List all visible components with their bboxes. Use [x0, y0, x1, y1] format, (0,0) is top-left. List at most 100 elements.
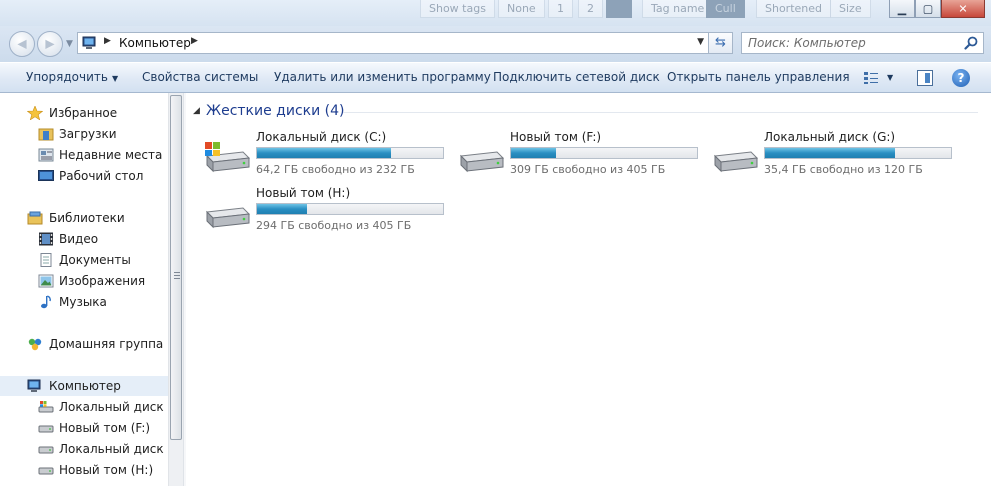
nav-label: Новый том (F:) — [59, 421, 151, 435]
help-icon[interactable]: ? — [952, 69, 970, 87]
nav-label: Избранное — [49, 106, 118, 120]
map-network-drive-button[interactable]: Подключить сетевой диск — [493, 70, 660, 84]
nav-label: Библиотеки — [49, 211, 125, 225]
refresh-button[interactable]: ⇆ — [709, 32, 733, 54]
nav-homegroup[interactable]: Домашняя группа — [0, 334, 168, 354]
hard-drive-icon — [38, 446, 54, 454]
recent-pages-dropdown[interactable]: ▼ — [66, 39, 73, 49]
minimize-button[interactable]: ▁ — [889, 0, 915, 18]
navigation-pane: Избранное Загрузки Недавние места Рабочи… — [0, 93, 183, 486]
nav-downloads[interactable]: Загрузки — [0, 124, 168, 144]
nav-label: Локальный диск (G:) — [59, 442, 168, 456]
search-icon[interactable] — [964, 36, 978, 50]
libraries-icon — [27, 211, 43, 225]
nav-favorites[interactable]: Избранное — [0, 103, 168, 123]
address-history-dropdown[interactable]: ▼ — [697, 37, 704, 47]
pictures-icon — [38, 274, 54, 288]
open-control-panel-button[interactable]: Открыть панель управления — [667, 70, 850, 84]
collapse-caret-icon[interactable]: ◢ — [193, 106, 200, 116]
refresh-icon: ⇆ — [715, 35, 726, 50]
search-box[interactable] — [741, 32, 984, 54]
preview-pane-icon[interactable] — [917, 70, 933, 86]
ghost-label: 2 — [578, 0, 603, 18]
nav-label: Документы — [59, 253, 131, 267]
pane-splitter[interactable] — [183, 93, 186, 486]
maximize-icon: ▢ — [922, 2, 934, 15]
drive-free-space: 35,4 ГБ свободно из 120 ГБ — [764, 163, 923, 176]
nav-label: Музыка — [59, 295, 107, 309]
maximize-button[interactable]: ▢ — [915, 0, 941, 18]
drive-usage-fill — [511, 148, 556, 158]
system-properties-button[interactable]: Свойства системы — [142, 70, 258, 84]
nav-label: Загрузки — [59, 127, 117, 141]
drive-tile-c[interactable]: Локальный диск (C:) 64,2 ГБ свободно из … — [203, 130, 453, 180]
address-bar[interactable]: ▶ Компьютер ▶ ▼ — [77, 32, 709, 54]
computer-icon — [82, 36, 96, 49]
breadcrumb-computer[interactable]: Компьютер — [119, 36, 191, 50]
nav-computer[interactable]: Компьютер — [0, 376, 168, 396]
hard-drive-icon — [205, 207, 251, 229]
drive-tile-g[interactable]: Локальный диск (G:) 35,4 ГБ свободно из … — [711, 130, 961, 180]
nav-libraries[interactable]: Библиотеки — [0, 208, 168, 228]
nav-label: Рабочий стол — [59, 169, 144, 183]
hard-drive-icon — [713, 151, 759, 173]
drive-name: Локальный диск (C:) — [256, 130, 387, 144]
breadcrumb-arrow-icon[interactable]: ▶ — [104, 36, 111, 46]
nav-drive-g[interactable]: Локальный диск (G:) — [0, 439, 168, 459]
ghost-label: Size — [830, 0, 871, 18]
nav-scrollbar[interactable] — [168, 93, 183, 486]
group-divider — [343, 112, 978, 113]
window-controls: ▁ ▢ ✕ — [889, 0, 985, 18]
ghost-label: Show tags — [420, 0, 495, 18]
change-view-icon[interactable] — [863, 71, 879, 85]
ghost-label: Tag name — [642, 0, 714, 18]
drive-tile-h[interactable]: Новый том (H:) 294 ГБ свободно из 405 ГБ — [203, 186, 453, 236]
drive-usage-fill — [257, 204, 308, 214]
forward-arrow-icon: ▶ — [45, 36, 55, 51]
search-input[interactable] — [748, 35, 958, 51]
hard-drive-icon — [38, 425, 54, 433]
nav-drive-h[interactable]: Новый том (H:) — [0, 460, 168, 480]
music-note-icon — [41, 295, 51, 309]
system-drive-icon — [205, 142, 251, 173]
grip-icon — [174, 272, 180, 279]
ghost-label: None — [498, 0, 545, 18]
close-button[interactable]: ✕ — [941, 0, 985, 18]
view-options-dropdown[interactable]: ▼ — [887, 73, 893, 82]
drive-name: Новый том (F:) — [510, 130, 602, 144]
nav-label: Изображения — [59, 274, 146, 288]
drive-tile-f[interactable]: Новый том (F:) 309 ГБ свободно из 405 ГБ — [457, 130, 707, 180]
nav-pictures[interactable]: Изображения — [0, 271, 168, 291]
computer-icon — [27, 379, 41, 392]
desktop-icon — [38, 170, 54, 181]
uninstall-program-button[interactable]: Удалить или изменить программу — [274, 70, 491, 84]
breadcrumb-arrow-icon[interactable]: ▶ — [191, 36, 198, 46]
drive-free-space: 64,2 ГБ свободно из 232 ГБ — [256, 163, 415, 176]
back-arrow-icon: ◀ — [17, 36, 27, 51]
minimize-icon: ▁ — [897, 2, 907, 15]
scrollbar-thumb[interactable] — [170, 95, 182, 440]
ghost-label: Shortened — [756, 0, 832, 18]
nav-music[interactable]: Музыка — [0, 292, 168, 312]
drive-free-space: 309 ГБ свободно из 405 ГБ — [510, 163, 666, 176]
chevron-down-icon: ▼ — [111, 74, 119, 83]
ghost-label — [606, 0, 632, 18]
downloads-folder-icon — [38, 128, 54, 141]
drive-free-space: 294 ГБ свободно из 405 ГБ — [256, 219, 412, 232]
back-button[interactable]: ◀ — [9, 31, 35, 57]
hard-drives-group-header[interactable]: ◢ Жесткие диски (4) — [193, 102, 978, 122]
organize-menu[interactable]: Упорядочить ▼ — [26, 70, 118, 84]
nav-label: Недавние места — [59, 148, 163, 162]
nav-recent-places[interactable]: Недавние места — [0, 145, 168, 165]
nav-desktop[interactable]: Рабочий стол — [0, 166, 168, 186]
nav-drive-f[interactable]: Новый том (F:) — [0, 418, 168, 438]
documents-icon — [40, 253, 52, 267]
nav-drive-c[interactable]: Локальный диск (C:) — [0, 397, 168, 417]
command-bar: Упорядочить ▼ Свойства системы Удалить ил… — [0, 62, 991, 93]
video-icon — [39, 232, 53, 246]
nav-video[interactable]: Видео — [0, 229, 168, 249]
nav-documents[interactable]: Документы — [0, 250, 168, 270]
title-bar: Show tags None 1 2 Tag name Cull Shorten… — [0, 0, 991, 26]
forward-button[interactable]: ▶ — [37, 31, 63, 57]
ghost-label: Cull — [706, 0, 745, 18]
